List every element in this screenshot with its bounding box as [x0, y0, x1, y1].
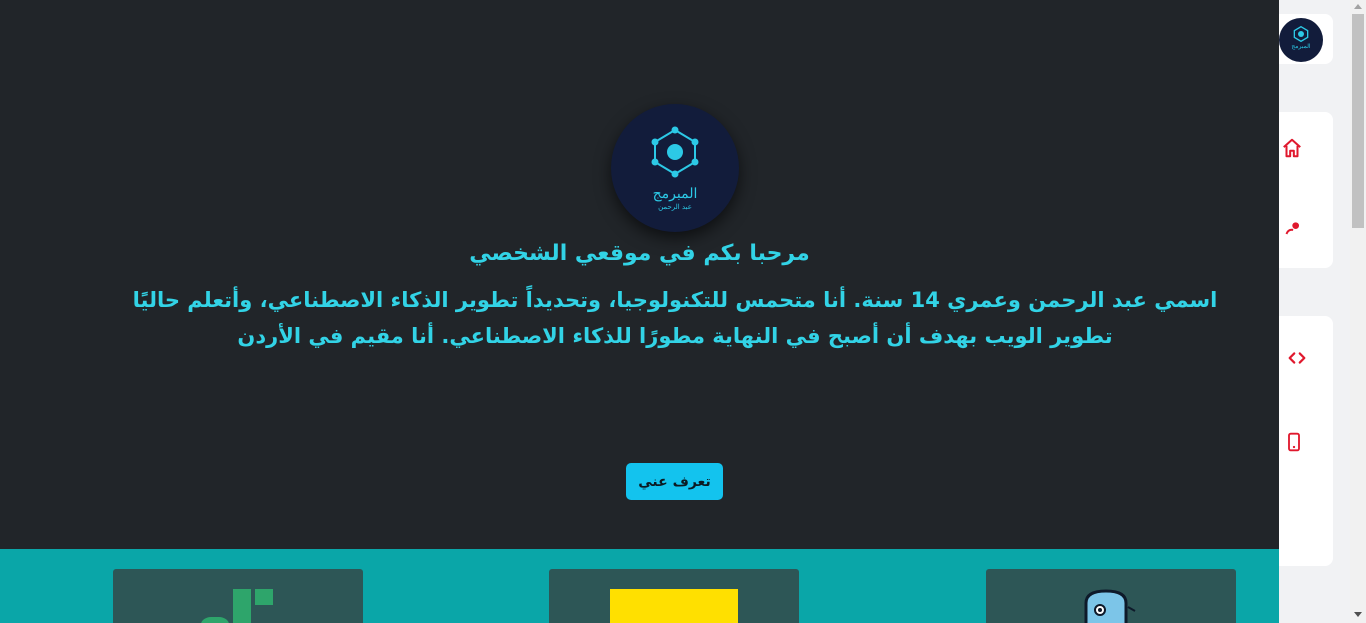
- avatar[interactable]: المبرمج: [1279, 18, 1323, 62]
- project-card[interactable]: [549, 569, 799, 623]
- user-icon[interactable]: [1282, 217, 1306, 241]
- project-logo-icon: [201, 589, 273, 623]
- project-card[interactable]: [113, 569, 363, 623]
- scroll-up-icon[interactable]: [1354, 4, 1362, 9]
- avatar-text: المبرمج: [1291, 43, 1311, 50]
- avatar-panel: المبرمج: [1279, 14, 1333, 64]
- main-content: المبرمج عبد الرحمن مرحبا بكم في موقعي ال…: [0, 0, 1279, 623]
- network-icon: [651, 126, 699, 178]
- hero-section: المبرمج عبد الرحمن مرحبا بكم في موقعي ال…: [0, 0, 1279, 549]
- phone-icon[interactable]: [1282, 430, 1306, 454]
- network-icon: [1293, 25, 1309, 43]
- bio-paragraph: اسمي عبد الرحمن وعمري 14 سنة. أنا متحمس …: [132, 288, 1218, 348]
- page-title: مرحبا بكم في موقعي الشخصي: [469, 241, 810, 266]
- nav-panel-bottom: [1279, 316, 1333, 566]
- home-icon[interactable]: [1280, 136, 1304, 160]
- scrollbar-thumb[interactable]: [1352, 14, 1364, 228]
- about-me-button[interactable]: تعرف عني: [626, 463, 723, 500]
- site-logo: المبرمج عبد الرحمن: [611, 104, 739, 232]
- project-thumbnail: [610, 589, 738, 623]
- scroll-down-icon[interactable]: [1354, 612, 1362, 617]
- nav-panel-top: [1279, 112, 1333, 268]
- logo-subtext: عبد الرحمن: [658, 203, 692, 211]
- sidebar: المبرمج: [1279, 0, 1350, 623]
- logo-text: المبرمج: [652, 186, 698, 202]
- projects-strip: [0, 549, 1279, 623]
- project-card[interactable]: [986, 569, 1236, 623]
- mascot-icon: [1084, 589, 1136, 623]
- code-icon[interactable]: [1285, 346, 1309, 370]
